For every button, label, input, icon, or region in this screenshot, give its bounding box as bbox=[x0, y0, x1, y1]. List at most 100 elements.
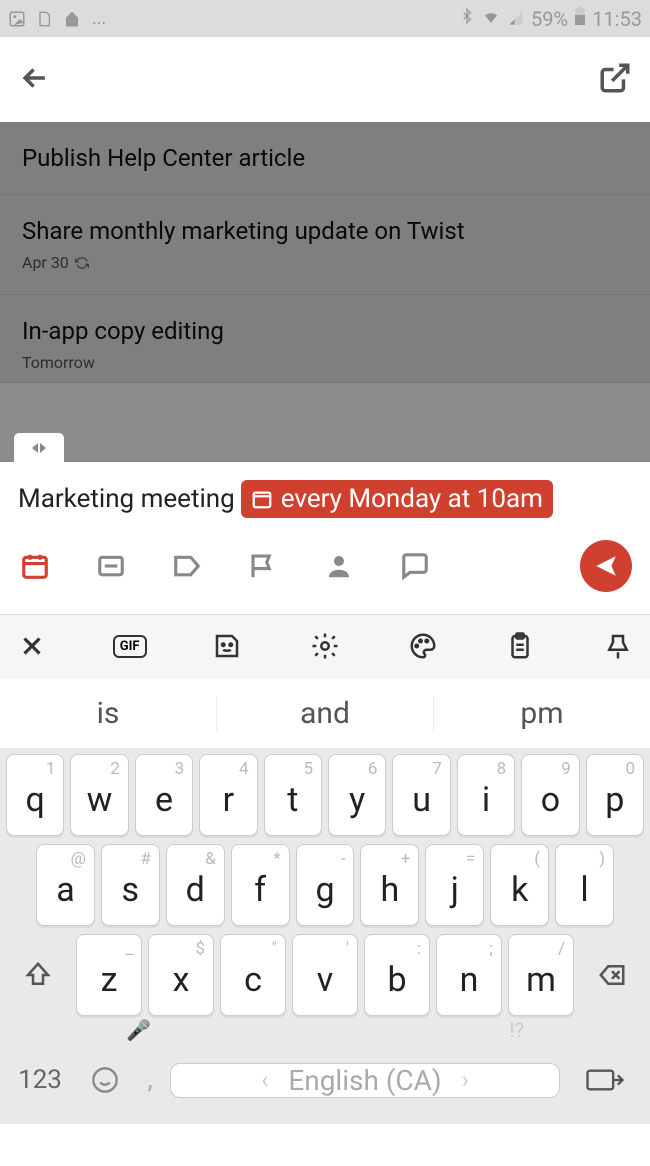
gif-button[interactable]: GIF bbox=[112, 628, 148, 664]
repeat-icon bbox=[75, 256, 89, 270]
task-date: Apr 30 bbox=[22, 253, 628, 272]
tag-icon bbox=[172, 551, 202, 581]
smile-icon bbox=[91, 1066, 119, 1094]
key-j[interactable]: =j bbox=[425, 844, 484, 926]
assignee-button[interactable] bbox=[322, 549, 356, 583]
key-g[interactable]: -g bbox=[296, 844, 355, 926]
pin-icon bbox=[603, 631, 633, 661]
pin-button[interactable] bbox=[600, 628, 636, 664]
comment-icon bbox=[400, 551, 430, 581]
comment-button[interactable] bbox=[398, 549, 432, 583]
task-date: Tomorrow bbox=[22, 353, 628, 372]
cloud-icon bbox=[62, 10, 82, 28]
punct-hint: !? bbox=[509, 1018, 524, 1042]
gif-icon: GIF bbox=[113, 635, 147, 658]
key-y[interactable]: 6y bbox=[328, 754, 386, 836]
person-icon bbox=[324, 551, 354, 581]
key-u[interactable]: 7u bbox=[392, 754, 450, 836]
key-s[interactable]: #s bbox=[101, 844, 160, 926]
send-button[interactable] bbox=[580, 540, 632, 592]
key-l[interactable]: )l bbox=[555, 844, 614, 926]
theme-button[interactable] bbox=[405, 628, 441, 664]
key-n[interactable]: ;n bbox=[436, 934, 502, 1016]
key-m[interactable]: /m bbox=[508, 934, 574, 1016]
key-k[interactable]: (k bbox=[490, 844, 549, 926]
suggestion[interactable]: pm bbox=[434, 696, 650, 731]
close-icon bbox=[17, 631, 47, 661]
battery-percent: 59% bbox=[531, 7, 568, 31]
shift-icon bbox=[23, 960, 53, 990]
task-item[interactable]: In-app copy editing Tomorrow bbox=[0, 295, 650, 383]
clipboard-button[interactable] bbox=[502, 628, 538, 664]
status-bar: ... 59% 11:53 bbox=[0, 0, 650, 37]
key-d[interactable]: &d bbox=[166, 844, 225, 926]
calendar-icon bbox=[20, 551, 50, 581]
palette-icon bbox=[408, 631, 438, 661]
key-v[interactable]: 'v bbox=[292, 934, 358, 1016]
drag-handle[interactable] bbox=[14, 433, 64, 462]
key-p[interactable]: 0p bbox=[586, 754, 644, 836]
task-composer: Marketing meeting every Monday at 10am bbox=[0, 462, 650, 614]
schedule-chip[interactable]: every Monday at 10am bbox=[241, 480, 553, 518]
chevron-right-icon: › bbox=[462, 1066, 469, 1094]
label-button[interactable] bbox=[170, 549, 204, 583]
task-item[interactable]: Publish Help Center article bbox=[0, 122, 650, 195]
more-indicator: ... bbox=[92, 8, 106, 29]
sticker-button[interactable] bbox=[209, 628, 245, 664]
task-input[interactable]: Marketing meeting every Monday at 10am bbox=[18, 480, 632, 518]
key-q[interactable]: 1q bbox=[6, 754, 64, 836]
shift-key[interactable] bbox=[6, 934, 70, 1016]
arrow-left-icon bbox=[18, 61, 52, 95]
due-date-button[interactable] bbox=[18, 549, 52, 583]
bluetooth-icon bbox=[459, 6, 475, 31]
key-t[interactable]: 5t bbox=[264, 754, 322, 836]
key-f[interactable]: *f bbox=[231, 844, 290, 926]
app-bar bbox=[0, 37, 650, 122]
wifi-icon bbox=[481, 7, 501, 31]
caret-right-icon bbox=[40, 443, 46, 453]
task-item[interactable]: Share monthly marketing update on Twist … bbox=[0, 195, 650, 295]
backspace-icon bbox=[595, 960, 629, 990]
send-icon bbox=[593, 553, 619, 579]
battery-icon bbox=[574, 6, 586, 31]
key-r[interactable]: 4r bbox=[199, 754, 257, 836]
signal-icon bbox=[507, 7, 525, 31]
sd-icon bbox=[36, 10, 52, 28]
composer-toolbar bbox=[18, 518, 632, 604]
enter-key[interactable] bbox=[570, 1049, 640, 1111]
back-button[interactable] bbox=[18, 61, 52, 99]
key-b[interactable]: :b bbox=[364, 934, 430, 1016]
priority-button[interactable] bbox=[246, 549, 280, 583]
open-external-button[interactable] bbox=[598, 61, 632, 99]
key-x[interactable]: $x bbox=[148, 934, 214, 1016]
mic-icon: 🎤 bbox=[126, 1018, 151, 1042]
space-key[interactable]: ‹ English (CA) › bbox=[170, 1063, 560, 1098]
key-c[interactable]: "c bbox=[220, 934, 286, 1016]
chevron-left-icon: ‹ bbox=[261, 1066, 268, 1094]
numbers-key[interactable]: 123 bbox=[10, 1049, 70, 1111]
key-h[interactable]: +h bbox=[360, 844, 419, 926]
emoji-key[interactable] bbox=[80, 1049, 130, 1111]
key-a[interactable]: @a bbox=[36, 844, 95, 926]
suggestion[interactable]: is bbox=[0, 696, 217, 731]
comma-key[interactable]: , bbox=[140, 1049, 160, 1111]
key-e[interactable]: 3e bbox=[135, 754, 193, 836]
backspace-key[interactable] bbox=[580, 934, 644, 1016]
task-list: Publish Help Center article Share monthl… bbox=[0, 122, 650, 462]
sticker-icon bbox=[212, 631, 242, 661]
key-o[interactable]: 9o bbox=[521, 754, 579, 836]
key-w[interactable]: 2w bbox=[70, 754, 128, 836]
key-i[interactable]: 8i bbox=[457, 754, 515, 836]
task-title: Publish Help Center article bbox=[22, 144, 628, 172]
settings-button[interactable] bbox=[307, 628, 343, 664]
key-z[interactable]: _z bbox=[76, 934, 142, 1016]
clock: 11:53 bbox=[592, 7, 642, 31]
project-button[interactable] bbox=[94, 549, 128, 583]
list-icon bbox=[96, 551, 126, 581]
suggestion[interactable]: and bbox=[217, 696, 434, 731]
task-title: Share monthly marketing update on Twist bbox=[22, 217, 628, 245]
picture-icon bbox=[8, 10, 26, 28]
task-input-text: Marketing meeting bbox=[18, 484, 235, 514]
clipboard-icon bbox=[505, 631, 535, 661]
close-keyboard-button[interactable] bbox=[14, 628, 50, 664]
